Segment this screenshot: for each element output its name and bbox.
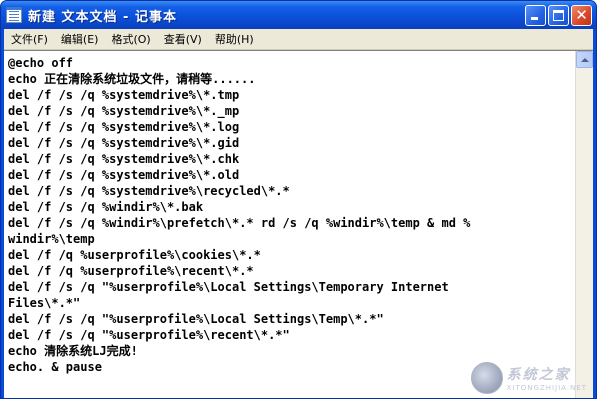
notepad-icon[interactable] <box>6 7 22 23</box>
text-line: del /f /s /q %systemdrive%\*.old <box>8 168 240 182</box>
text-line: del /f /s /q %systemdrive%\*._mp <box>8 104 240 118</box>
menu-view[interactable]: 查看(V) <box>157 31 208 47</box>
scroll-up-button[interactable] <box>576 51 593 68</box>
text-line: del /f /s /q "%userprofile%\Local Settin… <box>8 280 449 294</box>
text-line: del /f /q %userprofile%\recent\*.* <box>8 264 254 278</box>
text-line: del /f /s /q %systemdrive%\recycled\*.* <box>8 184 290 198</box>
menu-format[interactable]: 格式(O) <box>104 31 156 47</box>
maximize-icon <box>553 10 564 21</box>
menu-edit[interactable]: 编辑(E) <box>54 31 105 47</box>
close-button[interactable]: ✕ <box>571 5 592 26</box>
editor-text[interactable]: @echo off echo 正在清除系统垃圾文件，请稍等...... del … <box>8 55 573 375</box>
text-line: @echo off <box>8 56 74 70</box>
text-line: del /f /s /q %windir%\*.bak <box>8 200 204 214</box>
text-line: del /f /s /q %windir%\prefetch\*.* rd /s… <box>8 216 471 230</box>
watermark-text: 系统之家 XITONGZHIJIA.NET <box>507 364 587 392</box>
text-line: del /f /s /q "%userprofile%\Local Settin… <box>8 312 384 326</box>
window-controls: ✕ <box>525 5 592 26</box>
text-editor-area[interactable]: @echo off echo 正在清除系统垃圾文件，请稍等...... del … <box>4 50 593 398</box>
text-line: del /f /s /q %systemdrive%\*.gid <box>8 136 240 150</box>
text-line: del /f /s /q %systemdrive%\*.tmp <box>8 88 240 102</box>
text-line: del /f /s /q %systemdrive%\*.chk <box>8 152 240 166</box>
title-bar[interactable]: 新建 文本文档 - 记事本 ✕ <box>1 1 596 29</box>
window-title: 新建 文本文档 - 记事本 <box>28 9 177 25</box>
text-line: echo 清除系统LJ完成! <box>8 344 138 358</box>
text-line: del /f /s /q "%userprofile%\recent\*.*" <box>8 328 290 342</box>
watermark: 系统之家 XITONGZHIJIA.NET <box>470 362 587 394</box>
vertical-scrollbar[interactable] <box>575 51 593 398</box>
minimize-button[interactable] <box>525 5 546 26</box>
menu-bar: 文件(F) 编辑(E) 格式(O) 查看(V) 帮助(H) <box>4 29 593 50</box>
minimize-icon <box>531 17 538 20</box>
text-line: echo 正在清除系统垃圾文件，请稍等...... <box>8 72 256 86</box>
watermark-logo-icon <box>470 362 503 394</box>
text-line: Files\*.*" <box>8 296 81 310</box>
maximize-button[interactable] <box>548 5 569 26</box>
text-line: del /f /s /q %systemdrive%\*.log <box>8 120 240 134</box>
arrow-up-icon <box>580 57 589 62</box>
text-line: windir%\temp <box>8 232 95 246</box>
watermark-main: 系统之家 <box>506 367 571 383</box>
text-line: del /f /q %userprofile%\cookies\*.* <box>8 248 261 262</box>
menu-file[interactable]: 文件(F) <box>4 31 54 47</box>
menu-help[interactable]: 帮助(H) <box>208 31 260 47</box>
watermark-sub: XITONGZHIJIA.NET <box>506 384 587 392</box>
notepad-window: 新建 文本文档 - 记事本 ✕ 文件(F) 编辑(E) 格式(O) 查看(V) … <box>0 0 597 399</box>
close-icon: ✕ <box>575 6 588 24</box>
